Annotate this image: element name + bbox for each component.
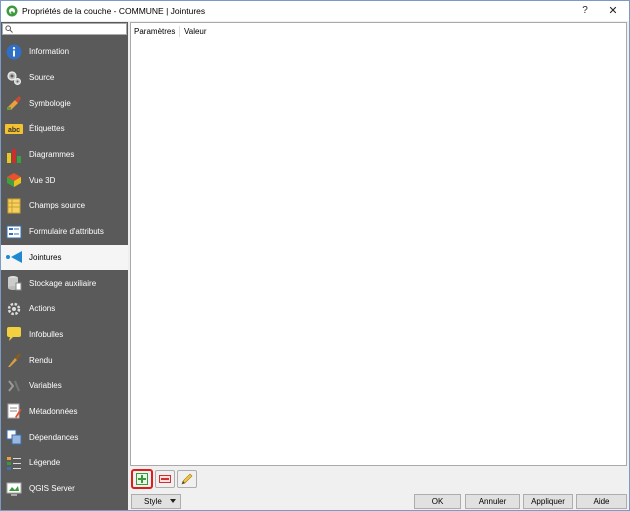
sidebar-item-label: Légende <box>29 458 61 468</box>
actions-icon <box>5 300 23 318</box>
sidebar-item-source[interactable]: Source <box>1 65 128 91</box>
apply-button[interactable]: Appliquer <box>523 494 573 509</box>
sidebar-item-label: Métadonnées <box>29 406 78 416</box>
ok-button[interactable]: OK <box>414 494 461 509</box>
symbology-icon <box>5 94 23 112</box>
style-button-label: Style <box>144 497 162 506</box>
sidebar-item-metadata[interactable]: Métadonnées <box>1 399 128 425</box>
sidebar-item-attributes-form[interactable]: Formulaire d'attributs <box>1 219 128 245</box>
sidebar-item-variables[interactable]: Variables <box>1 373 128 399</box>
sidebar-item-label: Jointures <box>29 252 62 262</box>
joins-tree[interactable]: Paramètres Valeur <box>130 22 627 466</box>
sidebar-nav: Information Source Symbologie abc Étique… <box>1 39 128 501</box>
sidebar-item-source-fields[interactable]: Champs source <box>1 193 128 219</box>
sidebar-item-label: Variables <box>29 381 62 391</box>
sidebar-item-auxiliary-storage[interactable]: Stockage auxiliaire <box>1 270 128 296</box>
view-3d-icon <box>5 171 23 189</box>
information-icon <box>5 43 23 61</box>
sidebar-item-information[interactable]: Information <box>1 39 128 65</box>
attributes-form-icon <box>5 223 23 241</box>
context-help-button[interactable]: ? <box>574 3 596 19</box>
sidebar-item-tooltips[interactable]: Infobulles <box>1 322 128 348</box>
sidebar-item-qgis-server[interactable]: QGIS Server <box>1 476 128 502</box>
sidebar-item-joins[interactable]: Jointures <box>1 244 128 271</box>
sidebar-item-dependencies[interactable]: Dépendances <box>1 424 128 450</box>
sidebar-item-label: Diagrammes <box>29 150 75 160</box>
joins-icon <box>5 248 23 266</box>
sidebar-item-label: Formulaire d'attributs <box>29 227 104 237</box>
dependencies-icon <box>5 428 23 446</box>
sidebar-item-label: Source <box>29 73 55 83</box>
sidebar-item-legend[interactable]: Légende <box>1 450 128 476</box>
sidebar-item-label: Rendu <box>29 355 53 365</box>
help-button[interactable]: Aide <box>576 494 627 509</box>
title-bar: Propriétés de la couche - COMMUNE | Join… <box>1 1 629 21</box>
source-fields-icon <box>5 197 23 215</box>
qgis-logo-icon <box>6 5 18 17</box>
layer-properties-dialog: Propriétés de la couche - COMMUNE | Join… <box>0 0 630 511</box>
search-field[interactable] <box>2 23 127 35</box>
sidebar-item-symbology[interactable]: Symbologie <box>1 90 128 116</box>
labels-icon: abc <box>5 120 23 138</box>
add-join-icon <box>136 473 148 485</box>
remove-join-button[interactable] <box>155 470 175 488</box>
search-icon <box>5 25 13 33</box>
sidebar-item-label: Étiquettes <box>29 124 65 134</box>
tooltips-icon <box>5 325 23 343</box>
svg-text:abc: abc <box>8 127 20 134</box>
legend-icon <box>5 454 23 472</box>
close-button[interactable]: ✕ <box>602 3 624 19</box>
metadata-icon <box>5 402 23 420</box>
sidebar-item-label: Dépendances <box>29 432 79 442</box>
chevron-down-icon <box>170 499 176 503</box>
sidebar-item-label: Symbologie <box>29 98 71 108</box>
source-icon <box>5 69 23 87</box>
diagrams-icon <box>5 146 23 164</box>
auxiliary-storage-icon <box>5 274 23 292</box>
style-dropdown-button[interactable]: Style <box>131 494 181 509</box>
sidebar-item-rendering[interactable]: Rendu <box>1 347 128 373</box>
sidebar-item-label: Information <box>29 47 70 57</box>
column-header-parameters[interactable]: Paramètres <box>134 27 175 36</box>
sidebar: Information Source Symbologie abc Étique… <box>1 22 128 510</box>
column-header-value[interactable]: Valeur <box>184 27 207 36</box>
sidebar-item-actions[interactable]: Actions <box>1 296 128 322</box>
sidebar-item-label: Vue 3D <box>29 175 56 185</box>
sidebar-item-label: Infobulles <box>29 329 64 339</box>
search-input[interactable] <box>15 24 125 34</box>
window-title: Propriétés de la couche - COMMUNE | Join… <box>22 6 206 16</box>
qgis-server-icon <box>5 480 23 498</box>
sidebar-item-label: Actions <box>29 304 56 314</box>
sidebar-item-diagrams[interactable]: Diagrammes <box>1 142 128 168</box>
remove-join-icon <box>159 475 171 483</box>
rendering-icon <box>5 351 23 369</box>
sidebar-item-view-3d[interactable]: Vue 3D <box>1 167 128 193</box>
variables-icon <box>5 377 23 395</box>
edit-join-button[interactable] <box>177 470 197 488</box>
sidebar-item-label: Stockage auxiliaire <box>29 278 97 288</box>
sidebar-item-label: Champs source <box>29 201 86 211</box>
add-join-button[interactable] <box>131 469 153 489</box>
column-divider <box>179 26 180 37</box>
edit-join-icon <box>181 473 193 485</box>
cancel-button[interactable]: Annuler <box>465 494 520 509</box>
sidebar-item-label: QGIS Server <box>29 484 75 494</box>
sidebar-item-labels[interactable]: abc Étiquettes <box>1 116 128 142</box>
